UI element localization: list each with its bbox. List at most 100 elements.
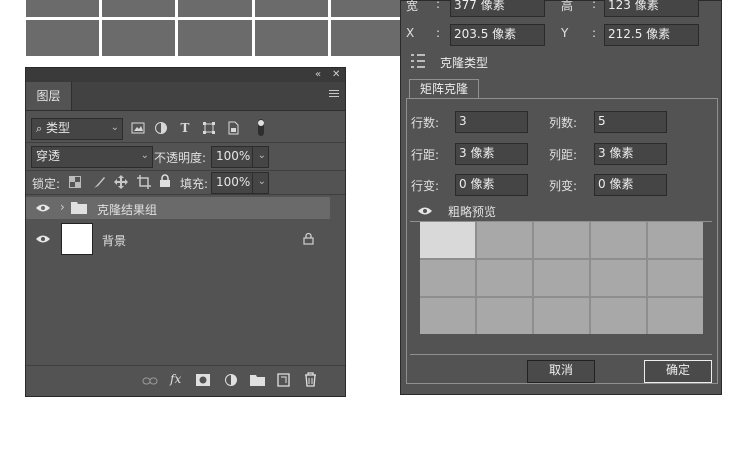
shape-filter-icon[interactable] <box>202 121 216 135</box>
col-gap-input[interactable]: 3 像素 <box>594 143 667 165</box>
height-input[interactable]: 123 像素 <box>604 0 699 17</box>
colon: : <box>436 26 441 40</box>
grid-cell <box>254 0 328 17</box>
smart-object-filter-icon[interactable] <box>226 121 240 135</box>
lock-paint-icon[interactable] <box>92 175 106 189</box>
preview-cell <box>534 260 589 296</box>
chevron-down-icon: ⌄ <box>257 150 266 161</box>
fx-icon[interactable]: fx <box>170 372 181 386</box>
divider <box>26 170 345 171</box>
chevron-down-icon: ⌄ <box>257 176 266 187</box>
lock-icon <box>303 232 314 245</box>
close-icon[interactable]: ✕ <box>332 68 340 82</box>
preview-cell <box>648 298 703 334</box>
layer-mask-icon[interactable] <box>196 374 210 386</box>
grid-cell <box>254 20 328 56</box>
fill-dropdown[interactable]: ⌄ <box>252 172 269 194</box>
colon: : <box>436 0 441 11</box>
layers-panel: « ✕ 图层 ⌕ 类型 ⌄ T 穿透 ⌄ 不透明度: 100% ⌄ 锁定: 填充… <box>25 67 346 397</box>
layer-row-background[interactable]: 背景 <box>26 223 330 255</box>
filter-toggle-icon[interactable] <box>256 118 266 138</box>
col-variation-input[interactable]: 0 像素 <box>594 174 667 196</box>
row-gap-input[interactable]: 3 像素 <box>455 143 528 165</box>
new-group-icon[interactable] <box>250 374 265 386</box>
cols-input[interactable]: 5 <box>594 111 667 133</box>
panel-titlebar: « ✕ <box>26 68 345 82</box>
divider <box>26 194 345 195</box>
layer-name: 克隆结果组 <box>97 203 158 217</box>
preview-label: 粗略预览 <box>448 205 497 219</box>
image-filter-icon[interactable] <box>131 121 145 135</box>
layer-row-group[interactable]: › 克隆结果组 <box>26 197 330 219</box>
preview-cell <box>477 298 532 334</box>
panel-menu-icon[interactable] <box>329 90 339 100</box>
height-label: 高 <box>561 0 574 13</box>
canvas-clone-grid <box>26 0 404 56</box>
rows-label: 行数: <box>411 116 440 130</box>
new-layer-icon[interactable] <box>277 373 290 387</box>
preview-cell <box>591 222 646 258</box>
opacity-label: 不透明度: <box>154 151 207 165</box>
collapse-icon[interactable]: « <box>315 68 321 82</box>
preview-cell <box>477 222 532 258</box>
grid-cell <box>26 20 100 56</box>
col-gap-label: 列距: <box>549 148 578 162</box>
preview-grid <box>420 222 703 334</box>
type-filter-icon[interactable]: T <box>178 121 192 135</box>
preview-cell <box>591 298 646 334</box>
lock-artboard-icon[interactable] <box>137 175 151 189</box>
lock-label: 锁定: <box>32 177 61 191</box>
chevron-down-icon: ⌄ <box>110 122 119 133</box>
layers-bottom-toolbar: fx <box>26 365 345 396</box>
lock-all-icon[interactable] <box>159 174 171 188</box>
tab-matrix-clone[interactable]: 矩阵克隆 <box>409 79 479 100</box>
visibility-eye-icon[interactable] <box>35 234 51 244</box>
preview-cell <box>420 260 475 296</box>
layer-name: 背景 <box>102 234 127 248</box>
preview-cell <box>591 260 646 296</box>
layer-thumbnail <box>61 223 93 255</box>
search-icon: ⌕ <box>36 122 43 135</box>
visibility-eye-icon[interactable] <box>35 203 51 213</box>
preview-eye-icon[interactable] <box>417 206 433 216</box>
delete-layer-icon[interactable] <box>304 372 317 387</box>
opacity-dropdown[interactable]: ⌄ <box>252 146 269 168</box>
y-input[interactable]: 212.5 像素 <box>604 24 699 46</box>
tab-layers[interactable]: 图层 <box>26 82 72 110</box>
link-layers-icon[interactable] <box>142 375 158 387</box>
x-input[interactable]: 203.5 像素 <box>450 24 545 46</box>
row-gap-label: 行距: <box>411 148 440 162</box>
chevron-right-icon[interactable]: › <box>60 200 65 214</box>
adjustment-filter-icon[interactable] <box>154 121 168 135</box>
divider <box>26 142 345 143</box>
grid-cell <box>102 20 176 56</box>
section-title: 克隆类型 <box>440 56 489 70</box>
preview-cell <box>648 260 703 296</box>
grid-cell <box>178 0 252 17</box>
row-variation-input[interactable]: 0 像素 <box>455 174 528 196</box>
grid-cell <box>330 20 404 56</box>
new-adjustment-layer-icon[interactable] <box>224 373 238 387</box>
chevron-down-icon: ⌄ <box>140 150 149 161</box>
y-label: Y <box>561 26 569 40</box>
lock-transparent-icon[interactable] <box>69 176 81 188</box>
width-input[interactable]: 377 像素 <box>450 0 545 17</box>
grid-cell <box>178 20 252 56</box>
lock-position-icon[interactable] <box>114 175 128 189</box>
ok-button[interactable]: 确定 <box>644 360 712 383</box>
folder-icon <box>71 202 87 214</box>
rows-input[interactable]: 3 <box>455 111 528 133</box>
fill-label: 填充: <box>180 177 209 191</box>
list-icon <box>411 54 425 68</box>
cancel-button[interactable]: 取消 <box>527 360 595 383</box>
cols-label: 列数: <box>549 116 578 130</box>
blend-mode-select[interactable]: 穿透 ⌄ <box>31 146 153 168</box>
width-label: 宽 <box>406 0 419 13</box>
filter-kind-select[interactable]: ⌕ 类型 ⌄ <box>31 118 123 140</box>
row-variation-label: 行变: <box>411 179 440 193</box>
preview-cell <box>534 298 589 334</box>
panel-tab-row: 图层 <box>26 82 345 111</box>
preview-cell-selected <box>420 222 475 258</box>
preview-cell <box>420 298 475 334</box>
divider <box>410 354 712 355</box>
